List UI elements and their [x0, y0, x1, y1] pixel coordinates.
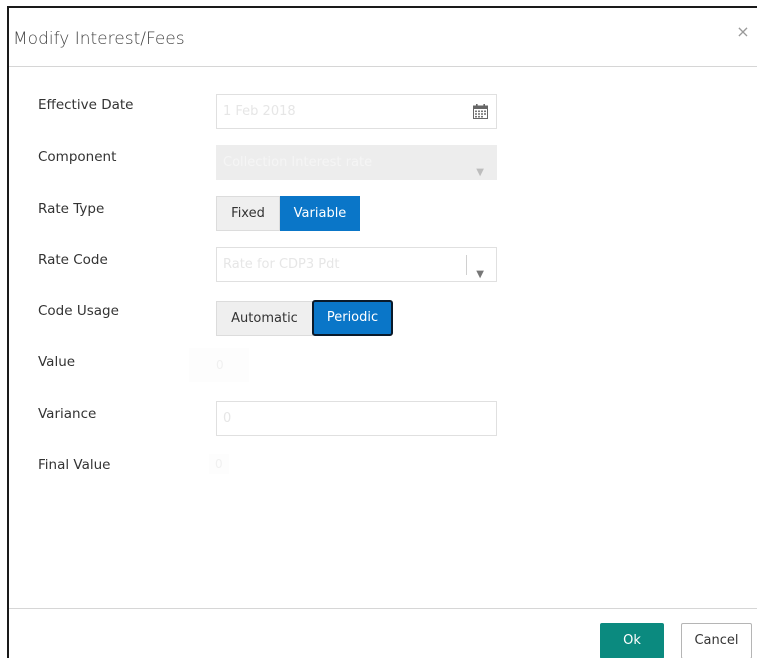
- ok-button[interactable]: Ok: [600, 623, 664, 658]
- calendar-icon[interactable]: [473, 104, 488, 119]
- rate-type-variable-button[interactable]: Variable: [280, 196, 360, 231]
- code-usage-label: Code Usage: [38, 303, 119, 319]
- variance-value: 0: [223, 411, 232, 426]
- effective-date-label: Effective Date: [38, 97, 134, 113]
- rate-code-value: Rate for CDP3 Pdt: [223, 257, 340, 272]
- rate-type-label: Rate Type: [38, 201, 105, 217]
- rate-code-label: Rate Code: [38, 252, 108, 268]
- footer-divider: [9, 608, 757, 609]
- chevron-down-icon[interactable]: ▼: [476, 258, 484, 291]
- value-label: Value: [38, 354, 76, 370]
- dialog-title: Modify Interest/Fees: [13, 29, 185, 49]
- component-select[interactable]: Collection Interest rate ▼: [216, 145, 497, 180]
- value-display: 0: [189, 348, 249, 382]
- rate-code-select[interactable]: Rate for CDP3 Pdt ▼: [216, 247, 497, 282]
- code-usage-automatic-button[interactable]: Automatic: [216, 301, 313, 336]
- final-value-label: Final Value: [38, 457, 111, 473]
- effective-date-value: 1 Feb 2018: [223, 104, 296, 119]
- cancel-button[interactable]: Cancel: [681, 623, 752, 658]
- component-label: Component: [38, 149, 117, 165]
- rate-type-fixed-button[interactable]: Fixed: [216, 196, 280, 231]
- chevron-down-icon: ▼: [476, 167, 484, 178]
- dropdown-divider: [466, 255, 467, 275]
- component-value: Collection Interest rate: [223, 155, 373, 170]
- dialog-header: Modify Interest/Fees ×: [9, 8, 757, 67]
- final-value-display: 0: [209, 454, 229, 474]
- close-icon[interactable]: ×: [735, 24, 751, 40]
- variance-input[interactable]: 0: [216, 401, 497, 436]
- effective-date-field[interactable]: 1 Feb 2018: [216, 94, 497, 129]
- code-usage-periodic-button[interactable]: Periodic: [312, 300, 393, 336]
- variance-label: Variance: [38, 406, 97, 422]
- modify-interest-fees-dialog: Modify Interest/Fees × Effective Date 1 …: [7, 6, 757, 658]
